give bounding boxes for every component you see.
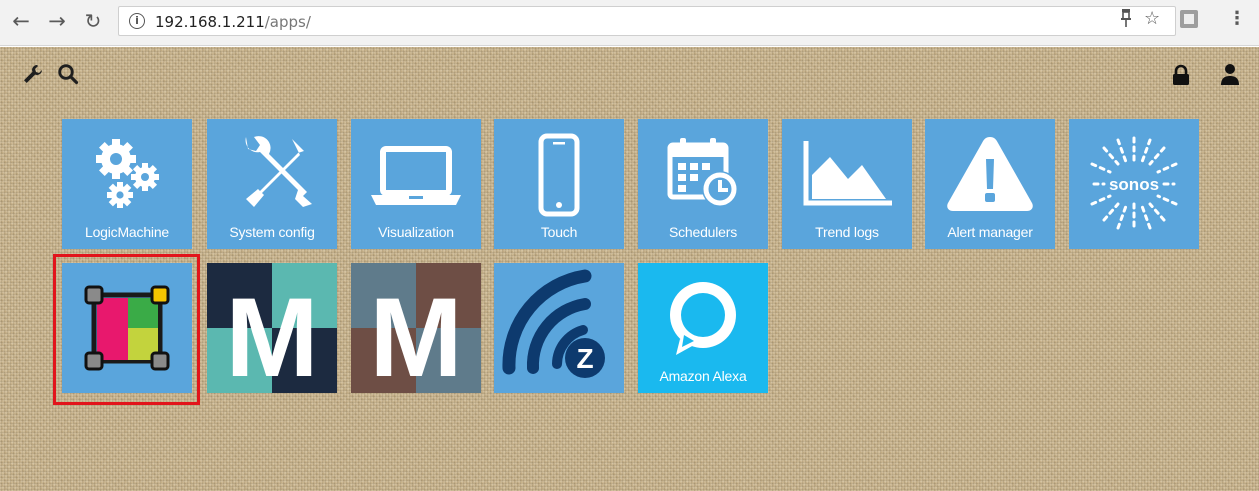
smartphone-icon: [538, 133, 580, 217]
extension-icon[interactable]: [1179, 9, 1199, 33]
app-tile-trend-logs[interactable]: Trend logs: [782, 119, 912, 249]
gears-icon: [96, 139, 159, 208]
sonos-logo-text: sonos: [1109, 175, 1159, 194]
app-label: Amazon Alexa: [659, 368, 747, 384]
app-label: LogicMachine: [85, 224, 169, 240]
alexa-icon: [670, 282, 736, 355]
app-tile-alert-manager[interactable]: Alert manager: [925, 119, 1055, 249]
app-tile-system-config[interactable]: System config: [207, 119, 337, 249]
app-tile-amazon-alexa[interactable]: Amazon Alexa: [638, 263, 768, 393]
url-text[interactable]: 192.168.1.211/apps/: [155, 13, 311, 31]
site-info-icon[interactable]: i: [129, 13, 145, 29]
warning-icon: [947, 137, 1033, 211]
forward-arrow-icon[interactable]: →: [44, 8, 70, 34]
area-chart-icon: [803, 141, 892, 206]
laptop-icon: [371, 146, 461, 205]
m-logo-brown-icon: M: [351, 263, 481, 393]
back-arrow-icon[interactable]: ←: [8, 8, 34, 34]
m-logo-text: M: [369, 275, 462, 393]
app-label: Alert manager: [947, 224, 1033, 240]
app-label: Schedulers: [668, 224, 738, 240]
calendar-clock-icon: [667, 138, 738, 207]
app-tile-zwave[interactable]: Z: [494, 263, 624, 393]
app-label: Visualization: [378, 224, 454, 240]
app-label: System config: [229, 224, 315, 240]
app-tile-visualization[interactable]: Visualization: [351, 119, 481, 249]
zwave-logo-text: Z: [576, 343, 593, 374]
pin-icon[interactable]: [1120, 8, 1132, 32]
lock-icon[interactable]: [1172, 64, 1190, 91]
selection-highlight: [53, 254, 200, 405]
search-icon[interactable]: [57, 63, 79, 90]
app-tile-touch[interactable]: Touch: [494, 119, 624, 249]
user-icon[interactable]: [1220, 63, 1240, 90]
m-logo-text: M: [225, 275, 318, 393]
app-tile-m-teal[interactable]: M: [207, 263, 337, 393]
app-label: Trend logs: [815, 224, 879, 240]
app-tile-logicmachine[interactable]: LogicMachine: [62, 119, 192, 249]
sonos-icon: sonos: [1090, 136, 1178, 232]
wrench-icon[interactable]: [22, 63, 44, 90]
reload-icon[interactable]: ↻: [80, 8, 106, 34]
apps-page: LogicMachine System config Visualization…: [0, 47, 1259, 491]
address-bar[interactable]: i 192.168.1.211/apps/: [118, 6, 1176, 36]
browser-toolbar: ← → ↻ i 192.168.1.211/apps/ ☆ ⋮: [0, 0, 1259, 46]
m-logo-teal-icon: M: [207, 263, 337, 393]
bookmark-star-icon[interactable]: ☆: [1144, 8, 1160, 29]
app-tile-sonos[interactable]: sonos: [1069, 119, 1199, 249]
menu-kebab-icon[interactable]: ⋮: [1228, 8, 1246, 29]
app-tile-m-brown[interactable]: M: [351, 263, 481, 393]
app-label: Touch: [540, 224, 578, 240]
tools-icon: [245, 136, 312, 207]
app-tile-schedulers[interactable]: Schedulers: [638, 119, 768, 249]
zwave-icon: Z: [502, 269, 605, 378]
